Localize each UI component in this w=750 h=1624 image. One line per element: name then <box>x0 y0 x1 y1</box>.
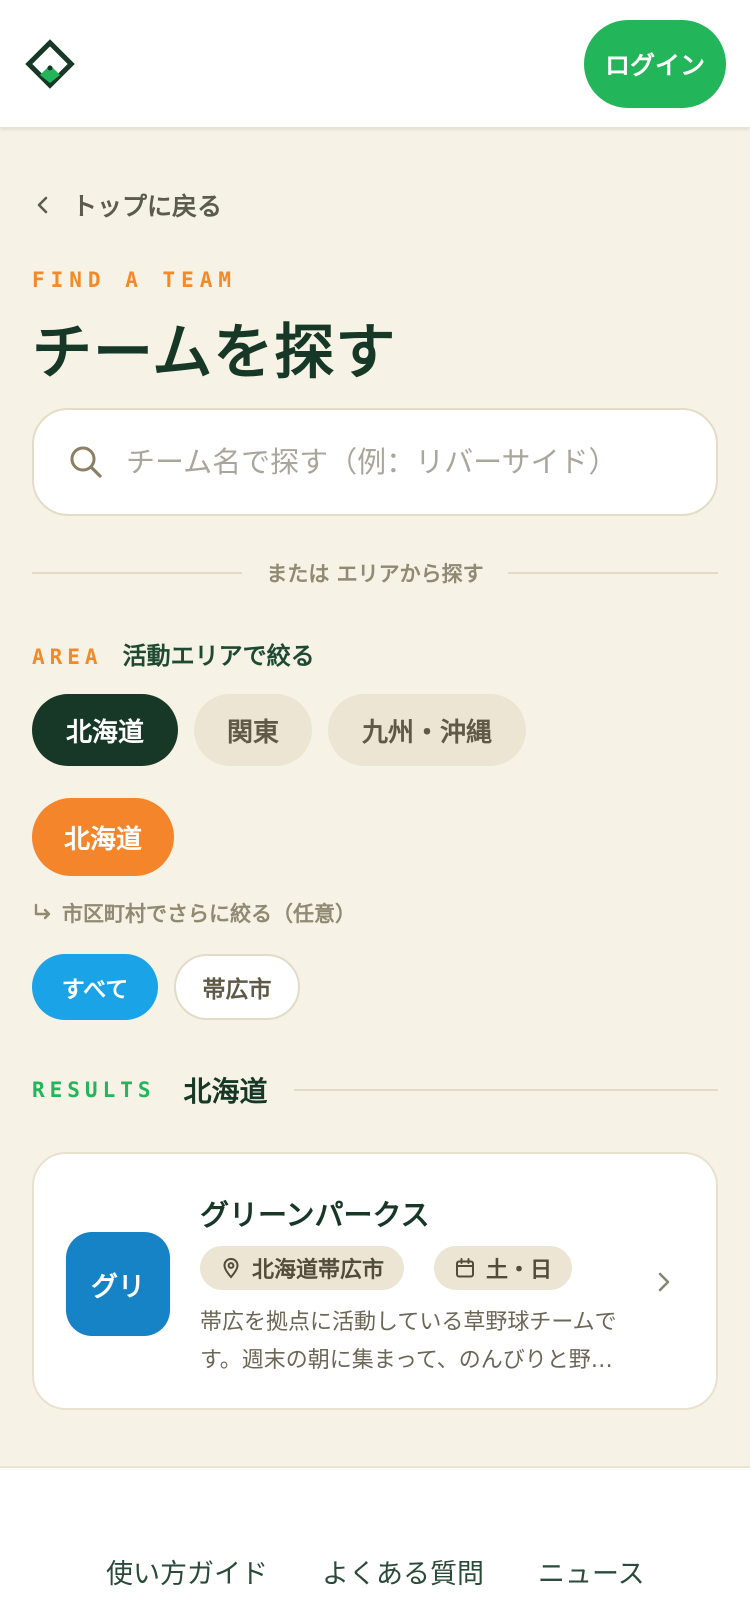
login-button[interactable]: ログイン <box>584 20 726 108</box>
results-tag: RESULTS <box>32 1078 156 1102</box>
or-divider: または エリアから探す <box>32 558 718 588</box>
team-card[interactable]: グリ グリーンパークス 北海道帯広市 土・日 帯広を拠点に活動している草野球チー… <box>32 1152 718 1410</box>
site-footer: 使い方ガイド よくある質問 ニュース <box>0 1466 750 1624</box>
team-name: グリーンパークス <box>200 1198 430 1232</box>
results-divider-line <box>293 1089 718 1091</box>
selected-prefecture-chip[interactable]: 北海道 <box>32 798 174 876</box>
back-label: トップに戻る <box>72 192 223 221</box>
region-chip-kanto[interactable]: 関東 <box>194 694 312 766</box>
location-pin-icon <box>223 1257 239 1279</box>
footer-link-news[interactable]: ニュース <box>538 1552 645 1591</box>
page-eyebrow: FIND A TEAM <box>32 268 238 292</box>
calendar-icon <box>456 1258 474 1278</box>
team-avatar: グリ <box>66 1232 170 1336</box>
team-days-badge: 土・日 <box>434 1246 573 1290</box>
chevron-right-icon <box>658 1272 670 1292</box>
search-input[interactable] <box>126 445 686 479</box>
page-title: チームを探す <box>32 318 397 388</box>
chevron-left-icon <box>37 196 48 214</box>
team-location: 北海道帯広市 <box>252 1258 385 1283</box>
search-icon <box>70 446 102 478</box>
region-chip-hokkaido[interactable]: 北海道 <box>32 694 178 766</box>
team-description: 帯広を拠点に活動している草野球チームです。週末の朝に集まって、のんびりと野球を楽… <box>200 1310 617 1373</box>
diamond-logo-icon[interactable] <box>24 38 76 90</box>
divider-line <box>507 572 718 574</box>
app-header: ログイン <box>0 0 750 128</box>
team-location-badge: 北海道帯広市 <box>200 1246 405 1290</box>
region-chip-kyushu-okinawa[interactable]: 九州・沖縄 <box>328 694 526 766</box>
city-filter-label: 市区町村でさらに絞る（任意） <box>62 902 356 926</box>
return-arrow-icon <box>34 903 51 920</box>
city-option-obihiro[interactable]: 帯広市 <box>174 954 300 1020</box>
footer-link-faq[interactable]: よくある質問 <box>322 1552 484 1591</box>
back-to-top-link[interactable]: トップに戻る <box>32 186 222 224</box>
city-option-all[interactable]: すべて <box>32 954 158 1020</box>
area-heading: AREA 活動エリアで絞る <box>32 636 315 671</box>
results-region: 北海道 <box>183 1075 268 1108</box>
search-box[interactable] <box>32 408 718 516</box>
divider-line <box>32 572 243 574</box>
area-tag: AREA <box>32 645 103 669</box>
area-label: 活動エリアで絞る <box>122 642 315 670</box>
footer-link-guide[interactable]: 使い方ガイド <box>106 1552 268 1591</box>
team-days: 土・日 <box>486 1258 553 1283</box>
city-filter-heading: 市区町村でさらに絞る（任意） <box>32 898 356 928</box>
divider-label: または エリアから探す <box>266 562 484 586</box>
results-heading: RESULTS 北海道 <box>32 1070 718 1110</box>
